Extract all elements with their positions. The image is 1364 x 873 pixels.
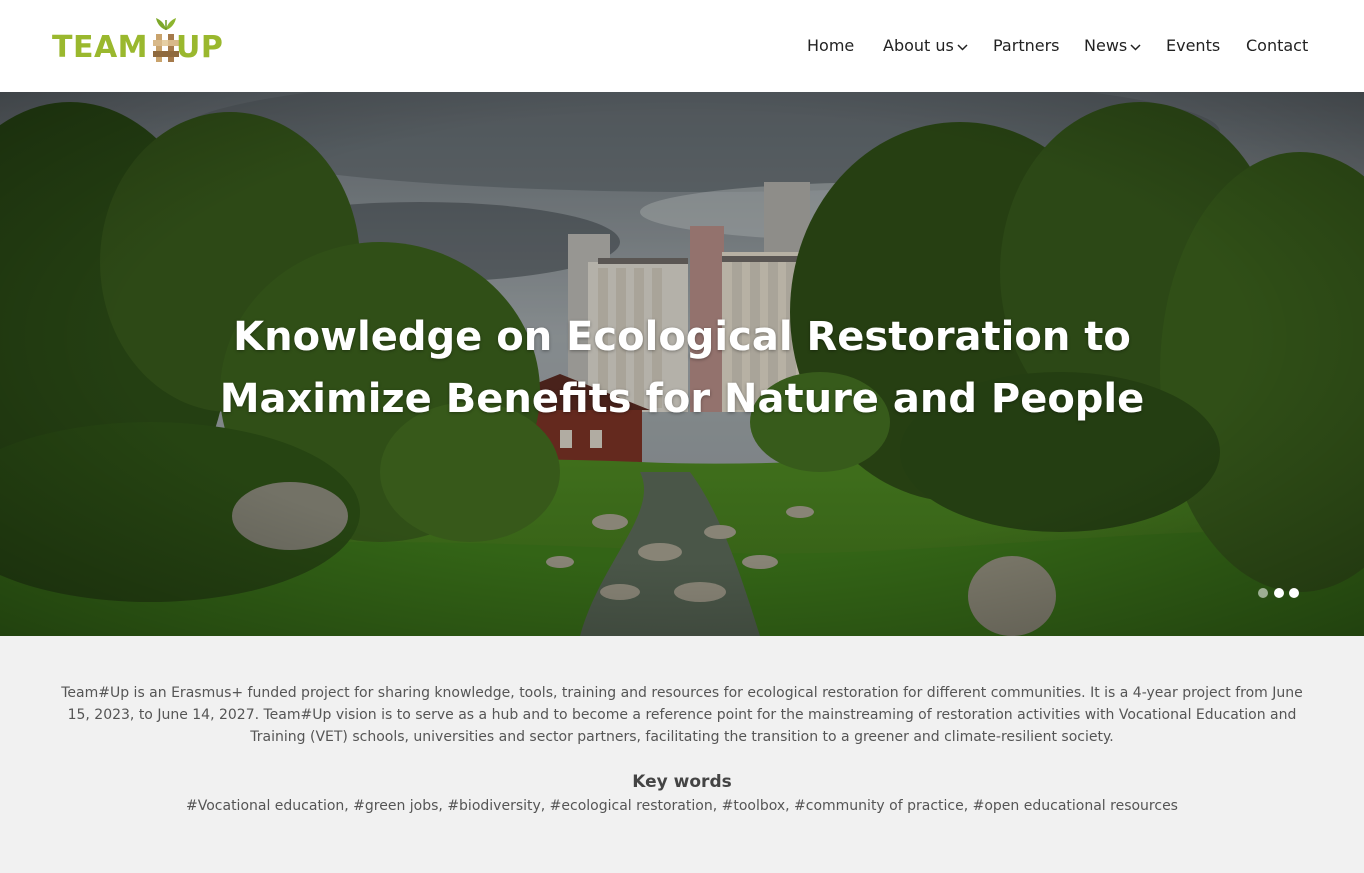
nav-item-events[interactable]: Events bbox=[1166, 34, 1220, 60]
hero-title-line-1: Knowledge on Ecological Restoration to bbox=[233, 314, 1131, 360]
hero-title-line-2: Maximize Benefits for Nature and People bbox=[219, 376, 1145, 422]
slider-pagination bbox=[1258, 588, 1306, 598]
nav-item-news[interactable]: News bbox=[1084, 34, 1141, 60]
nav-item-label: News bbox=[1084, 36, 1128, 55]
chevron-down-icon bbox=[957, 43, 968, 51]
main-navigation: Home About us Partners News Events Conta… bbox=[0, 34, 1364, 60]
nav-item-about-us[interactable]: About us bbox=[883, 34, 968, 60]
slider-dot-1[interactable] bbox=[1258, 588, 1268, 598]
intro-section: Team#Up is an Erasmus+ funded project fo… bbox=[0, 636, 1364, 873]
chevron-down-icon bbox=[1130, 43, 1141, 51]
nav-item-label: Contact bbox=[1246, 36, 1309, 55]
hero-title: Knowledge on Ecological Restoration to M… bbox=[182, 306, 1182, 430]
nav-item-label: Events bbox=[1166, 36, 1221, 55]
nav-item-contact[interactable]: Contact bbox=[1246, 34, 1308, 60]
site-header: TEAM UP Home About us Partners News Even… bbox=[0, 0, 1364, 92]
slider-dot-2[interactable] bbox=[1274, 588, 1284, 598]
nav-item-label: Home bbox=[807, 36, 855, 55]
nav-item-home[interactable]: Home bbox=[807, 34, 854, 60]
nav-item-label: About us bbox=[883, 36, 954, 55]
keywords-list: #Vocational education, #green jobs, #bio… bbox=[186, 798, 1178, 814]
hero-slider: Knowledge on Ecological Restoration to M… bbox=[0, 92, 1364, 636]
nav-item-label: Partners bbox=[993, 36, 1060, 55]
slider-dot-3[interactable] bbox=[1289, 588, 1299, 598]
project-description: Team#Up is an Erasmus+ funded project fo… bbox=[61, 685, 1303, 745]
keywords-heading: Key words bbox=[632, 772, 732, 792]
nav-item-partners[interactable]: Partners bbox=[993, 34, 1059, 60]
